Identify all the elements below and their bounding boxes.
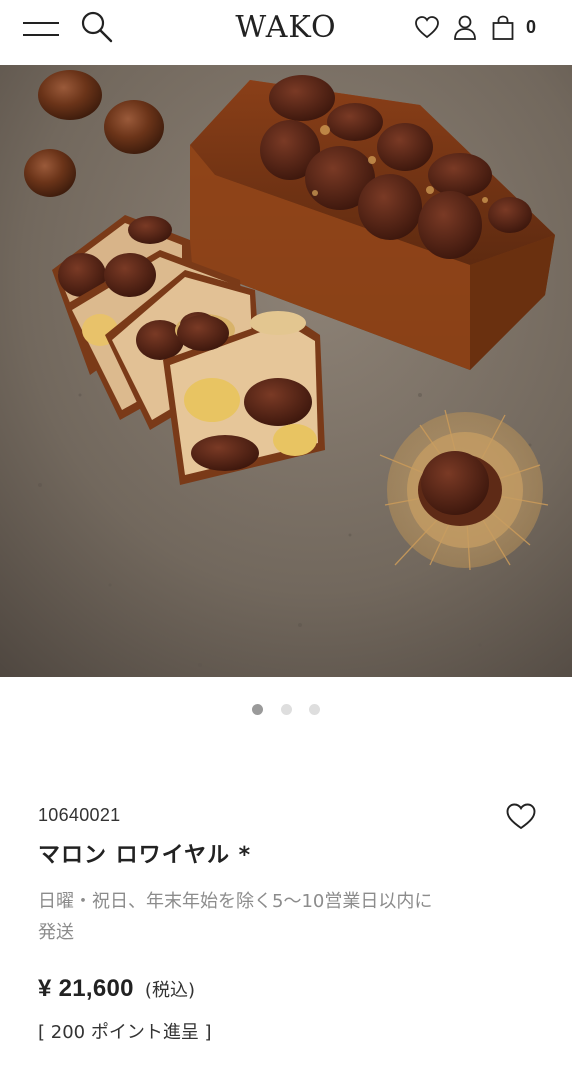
carousel-dot-2[interactable] (280, 704, 292, 715)
carousel-dot-3[interactable] (308, 704, 320, 715)
product-code: 10640021 (38, 805, 121, 825)
shipping-note-line-2: 発送 (38, 922, 74, 943)
heart-icon[interactable] (414, 14, 440, 42)
product-price: ¥ 21,600 (38, 975, 134, 1002)
cart-count-badge[interactable]: 0 (526, 17, 536, 38)
price-row: ¥ 21,600 (税込) (38, 975, 195, 1003)
site-logo[interactable]: WAKO (0, 10, 572, 45)
carousel-dot-1[interactable] (252, 704, 264, 715)
bag-icon[interactable] (490, 14, 516, 42)
product-title: マロン ロワイヤル * (38, 843, 252, 868)
shipping-note-line-1: 日曜・祝日、年末年始を除く5〜10営業日以内に (38, 891, 433, 912)
carousel-indicators (0, 700, 572, 719)
tax-label: (税込) (144, 980, 195, 1001)
shipping-note: 日曜・祝日、年末年始を除く5〜10営業日以内に 発送 (38, 886, 508, 948)
site-header: WAKO 0 (0, 0, 572, 60)
points-note: [ 200 ポイント進呈 ] (38, 1022, 212, 1043)
user-icon[interactable] (452, 14, 478, 42)
favorite-heart-icon[interactable] (505, 802, 537, 832)
product-hero-image[interactable] (0, 65, 572, 677)
